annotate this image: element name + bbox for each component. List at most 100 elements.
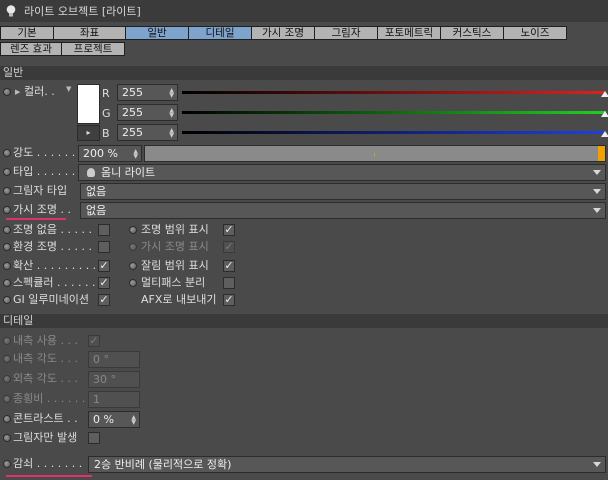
ambient-illumination-checkbox[interactable] bbox=[98, 241, 110, 253]
r-value-input[interactable]: 255 ▲ ▼ bbox=[117, 84, 178, 101]
spinner-icon[interactable]: ▲ ▼ bbox=[169, 88, 174, 99]
intensity-input[interactable]: 200 % ▲ ▼ bbox=[78, 145, 142, 162]
contrast-row: 콘트라스트 . . 0 % ▲ ▼ bbox=[0, 410, 608, 429]
highlight-underline bbox=[6, 475, 92, 477]
outer-angle-label: 외측 각도 . . . bbox=[13, 372, 78, 385]
window-title: 라이트 오브젝트 [라이트] bbox=[24, 5, 141, 18]
shadow-type-row: 그림자 타입 없음 bbox=[0, 182, 608, 201]
r-channel-label: R bbox=[102, 87, 110, 100]
animate-dot[interactable] bbox=[3, 262, 11, 270]
diffuse-label: 확산 . . . . . . . . . . bbox=[13, 259, 104, 272]
animate-dot[interactable] bbox=[129, 262, 137, 270]
animate-dot bbox=[3, 355, 11, 363]
animate-dot[interactable] bbox=[3, 149, 11, 157]
aspect-ratio-input: 1 bbox=[88, 391, 140, 408]
animate-dot[interactable] bbox=[3, 460, 11, 468]
tab-project[interactable]: 프로젝트 bbox=[61, 42, 125, 56]
use-inner-checkbox: ✓ bbox=[88, 334, 100, 347]
diffuse-checkbox[interactable]: ✓ bbox=[98, 260, 110, 272]
inner-angle-value: 0 ° bbox=[93, 353, 109, 366]
show-illumination-label: 조명 범위 표시 bbox=[141, 223, 209, 236]
animate-dot[interactable] bbox=[3, 279, 11, 287]
section-general-header: 일반 bbox=[0, 66, 608, 80]
animate-dot[interactable] bbox=[3, 187, 11, 195]
tab-basic[interactable]: 기본 bbox=[0, 26, 54, 40]
intensity-label: 강도 . . . . . . bbox=[13, 146, 76, 159]
export-afx-checkbox[interactable]: ✓ bbox=[223, 294, 235, 306]
contrast-input[interactable]: 0 % ▲ ▼ bbox=[88, 411, 140, 428]
tab-details[interactable]: 디테일 bbox=[188, 26, 252, 40]
falloff-value: 2승 반비례 (물리적으로 정확) bbox=[94, 458, 232, 471]
animate-dot[interactable] bbox=[129, 279, 137, 287]
tab-bar-row2: 렌즈 효과 프로젝트 bbox=[0, 42, 125, 56]
falloff-dropdown[interactable]: 2승 반비례 (물리적으로 정확) bbox=[88, 456, 606, 473]
animate-dot[interactable] bbox=[3, 206, 11, 214]
specular-checkbox[interactable]: ✓ bbox=[98, 277, 110, 289]
export-afx-label: AFX로 내보내기 bbox=[141, 293, 217, 306]
outer-angle-value: 30 ° bbox=[93, 373, 116, 386]
animate-dot[interactable] bbox=[3, 168, 11, 176]
color-mode-button[interactable]: ▸ bbox=[77, 125, 100, 141]
tab-bar-row1: 기본 좌표 일반 디테일 가시 조명 그림자 포토메트릭 커스틱스 노이즈 bbox=[0, 26, 567, 40]
spinner-icon[interactable]: ▲ ▼ bbox=[169, 128, 174, 139]
shadow-caster-checkbox[interactable] bbox=[88, 432, 100, 444]
aspect-ratio-row: 종횡비 . . . . . . 1 bbox=[0, 390, 608, 409]
expand-arrow-icon[interactable]: ▶ bbox=[15, 88, 20, 96]
spinner-icon[interactable]: ▲ ▼ bbox=[133, 149, 138, 160]
gi-illumination-label: GI 일루미네이션 bbox=[13, 293, 89, 306]
visible-light-row: 가시 조명 . . 없음 bbox=[0, 201, 608, 220]
animate-dot bbox=[3, 375, 11, 383]
tab-shadow[interactable]: 그림자 bbox=[314, 26, 378, 40]
r-value: 255 bbox=[122, 86, 143, 99]
no-illumination-checkbox[interactable] bbox=[98, 224, 110, 236]
shadow-type-dropdown[interactable]: 없음 bbox=[80, 183, 606, 200]
animate-dot bbox=[3, 395, 11, 403]
check-row-2: 환경 조명 . . . . . 가시 조명 표시 ✓ bbox=[0, 238, 608, 257]
tab-general[interactable]: 일반 bbox=[125, 26, 189, 40]
dropdown-arrow-icon[interactable]: ▼ bbox=[66, 85, 71, 93]
b-value-input[interactable]: 255 ▲ ▼ bbox=[117, 124, 178, 141]
spinner-icon[interactable]: ▲ ▼ bbox=[131, 415, 136, 426]
intensity-slider-fill[interactable] bbox=[598, 146, 605, 161]
b-channel-slider[interactable] bbox=[182, 131, 608, 137]
animate-dot[interactable] bbox=[3, 415, 11, 423]
slider-tick bbox=[374, 153, 375, 156]
use-inner-label: 내측 사용 . . . bbox=[13, 334, 78, 347]
visible-light-dropdown[interactable]: 없음 bbox=[80, 202, 606, 219]
type-label: 타입 . . . . . . . bbox=[13, 165, 83, 178]
separate-pass-checkbox[interactable] bbox=[223, 277, 235, 289]
g-value-input[interactable]: 255 ▲ ▼ bbox=[117, 104, 178, 121]
chevron-down-icon bbox=[593, 189, 601, 194]
r-channel-slider[interactable] bbox=[182, 91, 608, 97]
type-dropdown[interactable]: 옴니 라이트 bbox=[78, 164, 606, 181]
animate-dot[interactable] bbox=[3, 243, 11, 251]
ambient-illumination-label: 환경 조명 . . . . . bbox=[13, 240, 92, 253]
tab-visibility[interactable]: 가시 조명 bbox=[251, 26, 315, 40]
outer-angle-input: 30 ° bbox=[88, 371, 140, 388]
animate-dot[interactable] bbox=[129, 226, 137, 234]
show-illumination-checkbox[interactable]: ✓ bbox=[223, 224, 235, 236]
intensity-slider[interactable] bbox=[144, 145, 606, 162]
tab-lens-effects[interactable]: 렌즈 효과 bbox=[0, 42, 62, 56]
animate-dot bbox=[129, 243, 137, 251]
slider-knob-icon[interactable] bbox=[601, 111, 608, 117]
animate-dot[interactable] bbox=[3, 296, 11, 304]
shadow-type-label: 그림자 타입 bbox=[13, 184, 68, 197]
g-channel-slider[interactable] bbox=[182, 111, 608, 117]
show-clipping-checkbox[interactable]: ✓ bbox=[223, 260, 235, 272]
slider-knob-icon[interactable] bbox=[601, 91, 608, 97]
color-swatch[interactable] bbox=[77, 84, 100, 124]
animate-dot[interactable] bbox=[3, 226, 11, 234]
animate-dot[interactable] bbox=[3, 434, 11, 442]
tab-coordinates[interactable]: 좌표 bbox=[53, 26, 126, 40]
gi-illumination-checkbox[interactable]: ✓ bbox=[98, 294, 110, 306]
spinner-icon[interactable]: ▲ ▼ bbox=[169, 108, 174, 119]
inner-angle-row: 내측 각도 . . . 0 ° bbox=[0, 350, 608, 369]
check-row-5: GI 일루미네이션 ✓ AFX로 내보내기 ✓ bbox=[0, 291, 608, 310]
intensity-row: 강도 . . . . . . 200 % ▲ ▼ bbox=[0, 144, 608, 163]
slider-knob-icon[interactable] bbox=[601, 131, 608, 137]
tab-noise[interactable]: 노이즈 bbox=[503, 26, 567, 40]
tab-caustics[interactable]: 커스틱스 bbox=[440, 26, 504, 40]
animate-dot[interactable] bbox=[3, 88, 11, 96]
tab-photometric[interactable]: 포토메트릭 bbox=[377, 26, 441, 40]
